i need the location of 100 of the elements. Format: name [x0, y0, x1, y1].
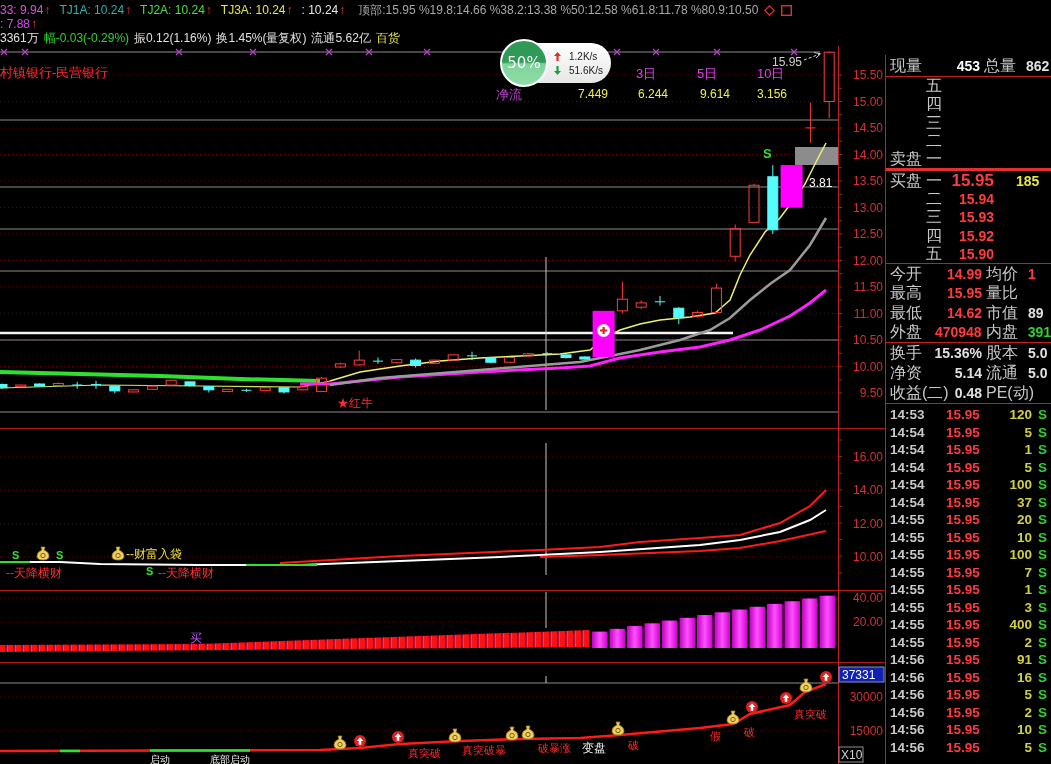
- candle: [823, 50, 835, 119]
- candle: [804, 102, 816, 144]
- candle: [297, 385, 309, 391]
- quote-label: 股本: [986, 343, 1018, 362]
- net-flow-value: 9.614: [700, 87, 731, 101]
- signal-letter: S: [763, 146, 772, 161]
- bid-price: 15.90: [958, 244, 994, 263]
- candle: [15, 384, 27, 388]
- quote-value: 5.0: [1028, 343, 1048, 362]
- trade-time: 14:56: [890, 739, 926, 755]
- quote-label: 均价: [986, 264, 1018, 283]
- quote-label: PE(动): [986, 383, 1034, 402]
- candle: [353, 350, 365, 366]
- trade-price: 15.95: [946, 459, 980, 475]
- trade-time: 14:55: [890, 512, 926, 528]
- quote-value: 1: [1028, 264, 1036, 283]
- trade-side: S: [1037, 459, 1048, 475]
- stat-text: 振0.12(1.16%): [134, 29, 212, 47]
- axis-label: 12.00: [852, 253, 883, 268]
- signal-label: 假: [710, 730, 721, 742]
- signal-label: 真突破暴: [462, 744, 506, 756]
- scale-tag: X10: [838, 746, 864, 763]
- up-arrow-badge-icon: [354, 735, 366, 747]
- down-arrow-icon: [554, 65, 561, 75]
- book-level: 五: [926, 244, 943, 263]
- indicator-bar: [767, 604, 783, 648]
- trade-side: S: [1037, 529, 1048, 545]
- x-mark-icon: [652, 48, 660, 56]
- quote-value: 5.0: [1028, 363, 1048, 382]
- signal-bar: [780, 165, 803, 208]
- current-value-tag: 37331: [838, 666, 885, 683]
- trade-price: 15.95: [946, 477, 980, 493]
- candle: [184, 380, 196, 388]
- book-level: 三: [926, 208, 943, 227]
- axis-label: 13.00: [852, 200, 883, 215]
- net-flow-value: 6.244: [638, 87, 669, 101]
- x-mark-icon: [21, 48, 29, 56]
- trade-side: S: [1037, 442, 1048, 458]
- diamond-icon[interactable]: [764, 4, 776, 16]
- axis-label: 11.50: [853, 280, 883, 294]
- book-level: 一: [926, 150, 942, 169]
- trade-price: 15.95: [946, 547, 980, 563]
- usage-gauge[interactable]: 50%: [500, 39, 548, 87]
- indicator-value: 33: 9.94: [0, 3, 44, 17]
- quote-value: 5.14: [954, 363, 982, 382]
- up-arrow-badge-icon: [392, 731, 404, 743]
- x-mark-icon: [249, 48, 257, 56]
- signal-label: 破暴涨: [538, 742, 571, 754]
- signal-label: 底部启动: [210, 754, 250, 764]
- trade-volume: 5: [1023, 459, 1032, 475]
- bid-price: 15.92: [958, 226, 994, 245]
- candle: [428, 359, 440, 365]
- indicator-bar: [732, 609, 748, 648]
- trade-side: S: [1037, 704, 1048, 720]
- trade-price: 15.95: [946, 722, 980, 738]
- bid-volume: 185: [1016, 171, 1040, 190]
- up-arrow-badge-icon: [820, 671, 832, 683]
- axis-label: 14.00: [852, 147, 883, 162]
- trade-price: 15.95: [946, 687, 980, 703]
- signal-label: 破: [628, 739, 639, 751]
- price-tag: 3.81: [809, 176, 833, 190]
- money-bag-icon: [448, 728, 462, 743]
- book-level: 二: [926, 132, 942, 151]
- x-mark-icon: [0, 48, 8, 56]
- trade-time: 14:55: [890, 529, 926, 545]
- axis-label: 13.50: [852, 174, 883, 188]
- square-icon[interactable]: [781, 4, 793, 16]
- signal-label: 破: [744, 726, 755, 738]
- book-level: 一: [926, 171, 943, 190]
- trade-volume: 400: [1008, 617, 1032, 633]
- download-speed: 51.6K/s: [569, 64, 603, 76]
- trade-time: 14:55: [890, 617, 926, 633]
- stat-text: 换1.45%(量复权): [216, 29, 307, 47]
- candle: [504, 356, 516, 364]
- candle: [579, 355, 591, 361]
- trade-price: 15.95: [946, 704, 980, 720]
- trade-time: 14:55: [890, 547, 926, 563]
- indicator-bar: [749, 606, 765, 648]
- axis-label: 30000: [849, 690, 883, 704]
- signal-label: 变盘: [582, 741, 606, 755]
- quote-value: 15.36%: [934, 343, 982, 362]
- trade-volume: 120: [1008, 407, 1032, 423]
- trade-price: 15.95: [946, 442, 980, 458]
- axis-label: 40.00: [852, 591, 883, 605]
- quote-label: 净资: [890, 363, 922, 382]
- trade-price: 15.95: [946, 599, 980, 615]
- quote-value: 862: [1026, 56, 1050, 75]
- trend-arrow: ↑: [31, 17, 38, 31]
- money-bag-icon: [505, 726, 519, 741]
- trade-price: 15.95: [946, 424, 980, 440]
- trade-time: 14:55: [890, 564, 926, 580]
- trade-time: 14:54: [890, 477, 926, 493]
- trade-price: 15.95: [946, 494, 980, 510]
- trade-volume: 100: [1008, 547, 1032, 563]
- trade-volume: 100: [1008, 477, 1032, 493]
- signal-label: --天降横财: [158, 566, 214, 580]
- x-mark-icon: [423, 48, 431, 56]
- trade-side: S: [1037, 424, 1048, 440]
- book-level: 四: [926, 95, 942, 114]
- trade-price: 15.95: [946, 529, 980, 545]
